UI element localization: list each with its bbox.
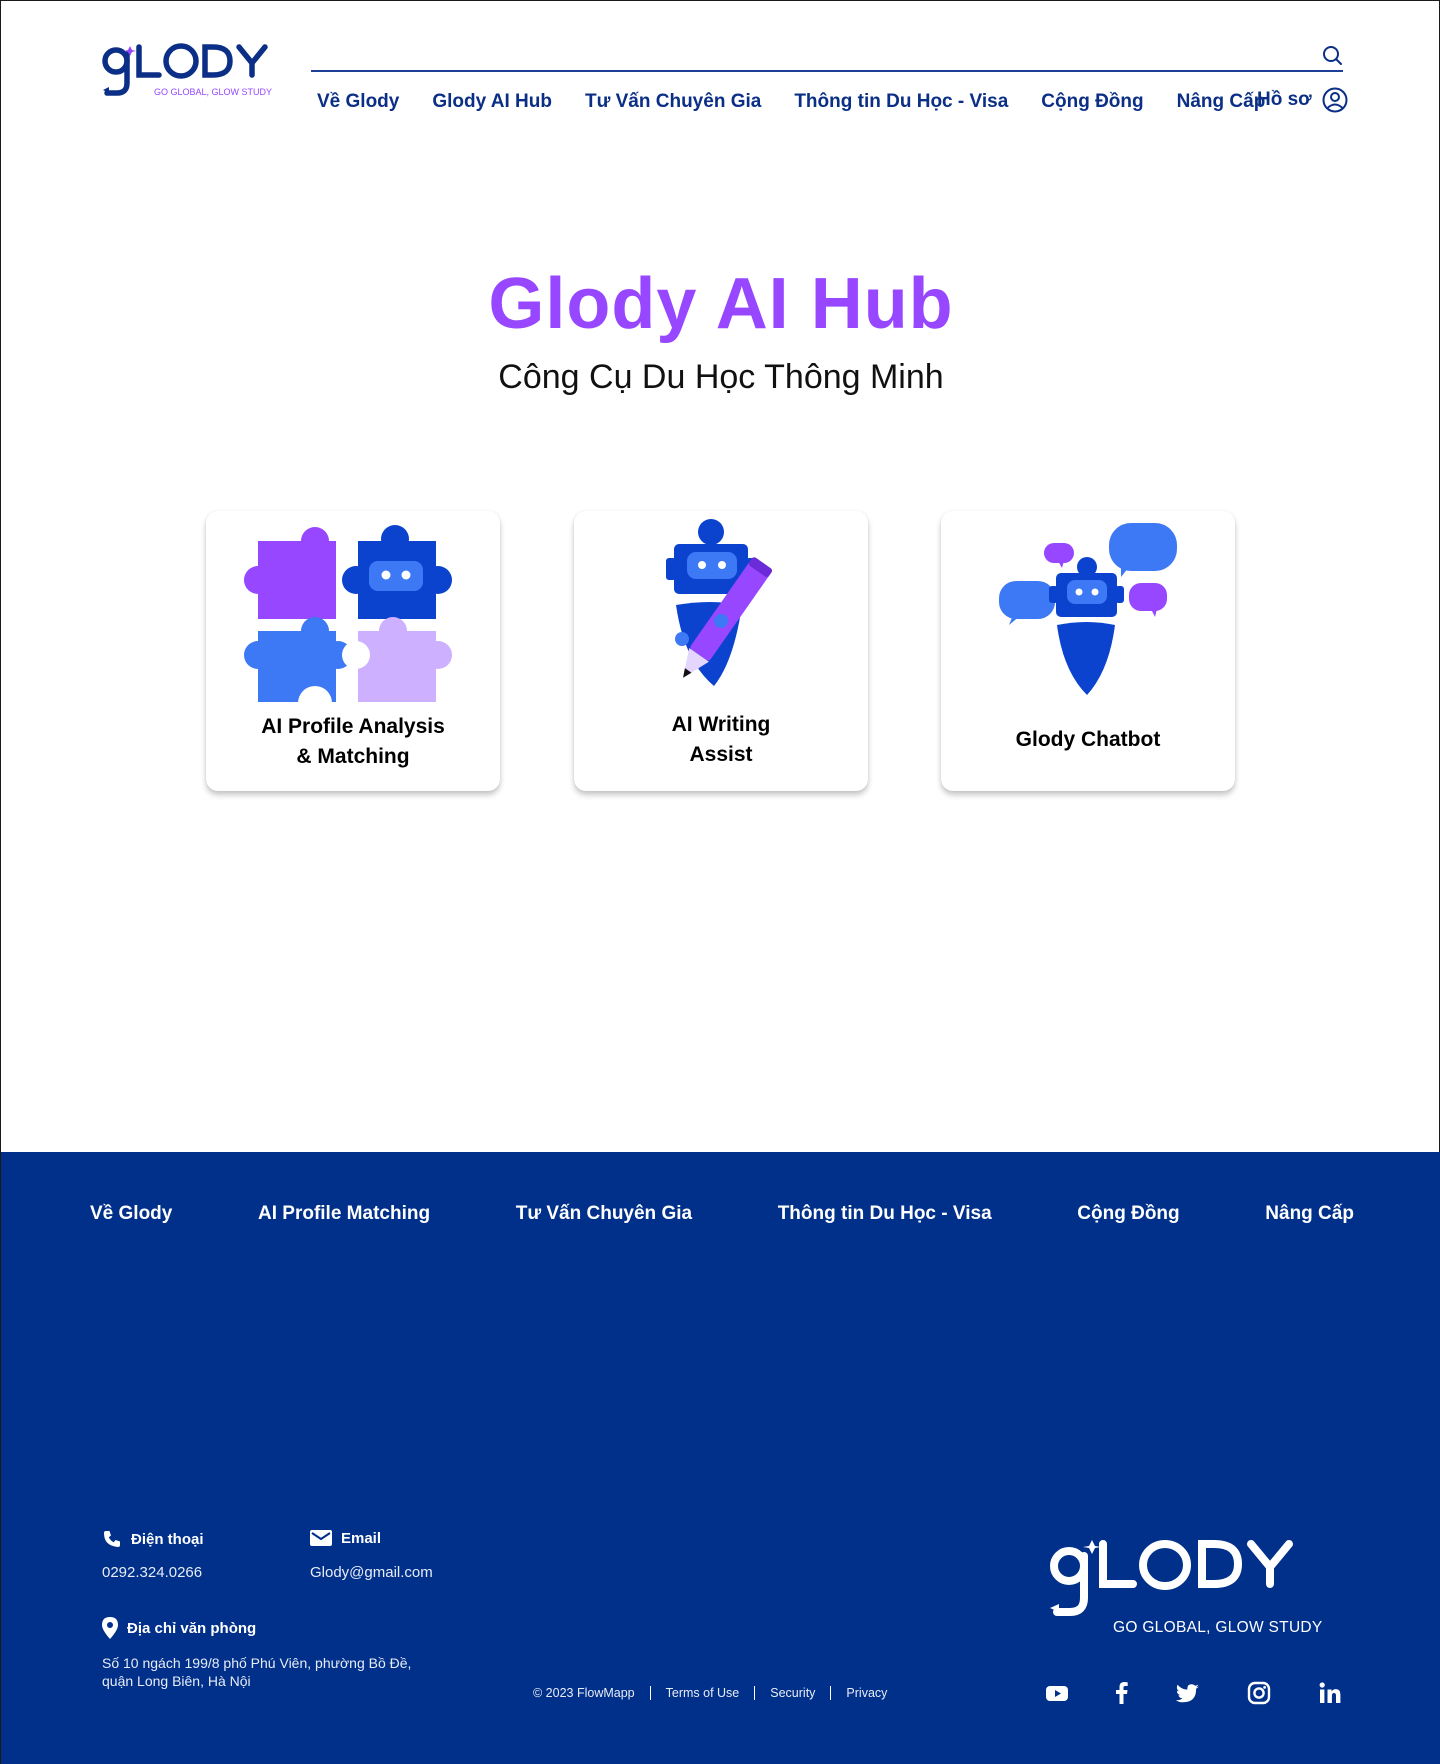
phone-number[interactable]: 0292.324.0266 [102, 1564, 202, 1581]
glody-logo[interactable]: GO GLOBAL, GLOW STUDY [99, 41, 291, 113]
privacy-link[interactable]: Privacy [846, 1686, 887, 1700]
tool-card-writing-assist[interactable]: AI Writing Assist [574, 511, 868, 791]
footer-tagline: GO GLOBAL, GLOW STUDY [1113, 1619, 1323, 1636]
instagram-icon[interactable] [1246, 1680, 1272, 1706]
nav-item-tu-van[interactable]: Tư Vấn Chuyên Gia [585, 91, 761, 113]
tool-card-label: AI Writing Assist [671, 713, 771, 766]
search-bar[interactable] [311, 70, 1343, 72]
tool-card-profile-matching[interactable]: AI Profile Analysis & Matching [206, 511, 500, 791]
nav-item-ai-hub[interactable]: Glody AI Hub [432, 91, 552, 113]
phone-label: Điện thoại [102, 1529, 204, 1549]
footer-nav: Về Glody AI Profile Matching Tư Vấn Chuy… [90, 1203, 1354, 1225]
twitter-icon[interactable] [1175, 1680, 1201, 1706]
site-header: GO GLOBAL, GLOW STUDY Về Glody Glody AI … [1, 1, 1440, 131]
address-label: Địa chỉ văn phòng [102, 1617, 256, 1639]
footer-nav-du-hoc-visa[interactable]: Thông tin Du Học - Visa [778, 1203, 992, 1225]
footer-nav-cong-dong[interactable]: Cộng Đồng [1077, 1203, 1179, 1225]
footer-nav-ve-glody[interactable]: Về Glody [90, 1203, 172, 1225]
phone-label-text: Điện thoại [131, 1530, 204, 1548]
nav-item-cong-dong[interactable]: Cộng Đồng [1041, 91, 1143, 113]
footer-nav-nang-cap[interactable]: Nâng Cấp [1265, 1203, 1354, 1225]
terms-link[interactable]: Terms of Use [666, 1686, 740, 1700]
youtube-icon[interactable] [1044, 1680, 1070, 1706]
robot-pencil-icon [666, 519, 772, 686]
divider [649, 1686, 651, 1700]
puzzle-robot-icon [244, 525, 452, 711]
nav-item-ve-glody[interactable]: Về Glody [317, 91, 399, 113]
legal-links: © 2023 FlowMapp Terms of Use Security Pr… [533, 1686, 887, 1700]
email-address[interactable]: Glody@gmail.com [310, 1564, 433, 1581]
footer-nav-tu-van[interactable]: Tư Vấn Chuyên Gia [516, 1203, 692, 1225]
robot-chat-icon [999, 523, 1177, 695]
page-subtitle: Công Cụ Du Học Thông Minh [498, 358, 944, 396]
profile-label: Hồ sơ [1257, 89, 1312, 110]
address-label-text: Địa chỉ văn phòng [127, 1619, 257, 1637]
email-label: Email [310, 1529, 381, 1547]
tool-card-chatbot[interactable]: Glody Chatbot [941, 511, 1235, 791]
nav-item-du-hoc-visa[interactable]: Thông tin Du Học - Visa [794, 91, 1008, 113]
tool-card-label: AI Profile Analysis & Matching [261, 715, 445, 768]
page-title: Glody AI Hub [488, 264, 954, 344]
divider [830, 1686, 832, 1700]
email-label-text: Email [341, 1529, 382, 1547]
security-link[interactable]: Security [770, 1686, 815, 1700]
phone-icon [104, 1531, 120, 1547]
footer-nav-profile-matching[interactable]: AI Profile Matching [258, 1203, 430, 1225]
profile-link[interactable]: Hồ sơ [1257, 87, 1348, 113]
linkedin-icon[interactable] [1317, 1680, 1343, 1706]
site-footer: Về Glody AI Profile Matching Tư Vấn Chuy… [1, 1152, 1440, 1764]
tool-card-label: Glody Chatbot [1015, 728, 1161, 751]
main-nav: Về Glody Glody AI Hub Tư Vấn Chuyên Gia … [317, 88, 1265, 116]
location-pin-icon [102, 1617, 118, 1639]
office-address: Số 10 ngách 199/8 phố Phú Viên, phường B… [102, 1655, 412, 1689]
nav-item-nang-cap[interactable]: Nâng Cấp [1177, 91, 1266, 113]
search-icon[interactable] [1321, 44, 1343, 66]
mail-icon [310, 1530, 332, 1546]
divider [754, 1686, 756, 1700]
facebook-icon[interactable] [1109, 1680, 1135, 1706]
logo-tagline: GO GLOBAL, GLOW STUDY [154, 87, 272, 97]
user-circle-icon [1322, 87, 1348, 113]
copyright: © 2023 FlowMapp [533, 1686, 635, 1700]
